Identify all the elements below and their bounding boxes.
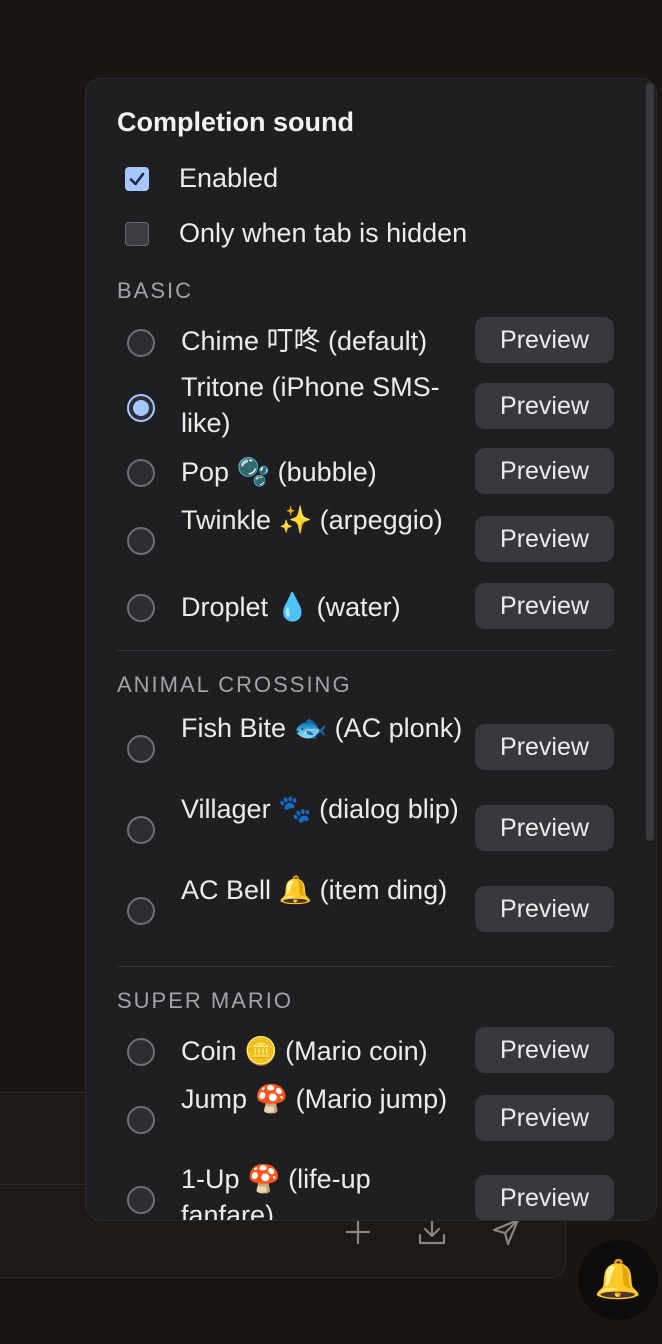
hidden-tab-label: Only when tab is hidden [179,218,468,248]
radio-button[interactable] [127,735,155,763]
radio-button[interactable] [127,329,155,357]
notification-bell-button[interactable]: 🔔 [578,1240,658,1320]
preview-button[interactable]: Preview [475,383,614,429]
radio-button[interactable] [127,897,155,925]
enabled-checkbox[interactable] [125,166,149,191]
sound-label: Villager 🐾 (dialog blip) [181,794,459,824]
sound-label: Fish Bite 🐟 (AC plonk) [181,713,463,743]
sound-label: Twinkle ✨ (arpeggio) [181,505,443,535]
section-divider [117,966,614,967]
preview-button[interactable]: Preview [475,886,614,932]
sound-label: Coin 🪙 (Mario coin) [181,1036,428,1066]
section-divider [117,650,614,651]
sound-label: Droplet 💧 (water) [181,592,401,622]
preview-button[interactable]: Preview [475,1095,614,1141]
section-label-basic: BASIC [117,278,194,303]
hidden-tab-checkbox[interactable] [125,221,149,246]
radio-button[interactable] [127,816,155,844]
radio-button[interactable] [127,1186,155,1214]
sound-label: 1-Up 🍄 (life-up fanfare) [181,1164,371,1221]
enabled-label: Enabled [179,163,279,193]
preview-button[interactable]: Preview [475,516,614,562]
preview-button[interactable]: Preview [475,448,614,494]
preview-button[interactable]: Preview [475,724,614,770]
sound-label: Jump 🍄 (Mario jump) [181,1084,448,1114]
checkmark-icon [129,172,145,185]
preview-button[interactable]: Preview [475,317,614,363]
popover-title: Completion sound [117,107,354,137]
radio-button[interactable] [127,459,155,487]
radio-button-selected[interactable] [127,394,155,422]
radio-button[interactable] [127,1106,155,1134]
radio-button[interactable] [127,1038,155,1066]
bell-icon: 🔔 [594,1259,642,1301]
enabled-toggle[interactable]: Enabled [125,163,278,194]
preview-button[interactable]: Preview [475,1027,614,1073]
popover-scrollbar[interactable] [646,83,654,841]
hidden-tab-toggle[interactable]: Only when tab is hidden [125,218,467,249]
preview-button[interactable]: Preview [475,1175,614,1220]
section-label-super-mario: SUPER MARIO [117,988,294,1013]
preview-button[interactable]: Preview [475,805,614,851]
sound-label: Pop 🫧 (bubble) [181,457,377,487]
section-label-animal-crossing: ANIMAL CROSSING [117,672,352,697]
radio-button[interactable] [127,527,155,555]
sound-label: Chime 叮咚 (default) [181,326,428,356]
sound-label: Tritone (iPhone SMS-like) [181,372,440,438]
sound-label: AC Bell 🔔 (item ding) [181,875,448,905]
radio-button[interactable] [127,594,155,622]
completion-sound-popover: Completion sound Enabled Only when tab i… [85,78,657,1221]
preview-button[interactable]: Preview [475,583,614,629]
